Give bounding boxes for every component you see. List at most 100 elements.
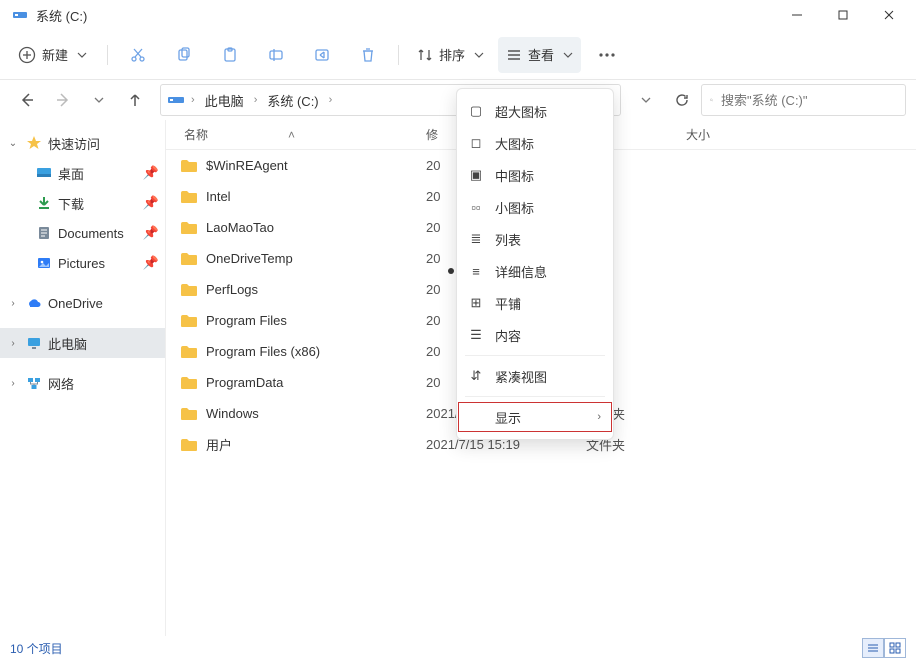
sort-asc-icon: ˄	[288, 128, 295, 142]
list-icon: ≣	[467, 231, 485, 247]
refresh-icon	[674, 92, 690, 108]
window-title: 系统 (C:)	[36, 6, 87, 25]
sidebar-label: 下载	[58, 194, 84, 213]
file-name: PerfLogs	[206, 282, 258, 297]
menu-list[interactable]: ≣列表	[457, 223, 613, 255]
folder-icon	[180, 190, 198, 204]
folder-icon	[180, 159, 198, 173]
menu-content[interactable]: ☰内容	[457, 319, 613, 351]
sort-button[interactable]: 排序	[409, 37, 492, 73]
menu-details[interactable]: ≡详细信息	[457, 255, 613, 287]
sidebar-network[interactable]: › 网络	[0, 368, 165, 398]
arrow-up-icon	[127, 92, 143, 108]
cut-button[interactable]	[118, 37, 158, 73]
sidebar-label: Documents	[58, 226, 124, 241]
menu-separator	[465, 355, 605, 356]
copy-button[interactable]	[164, 37, 204, 73]
arrow-left-icon	[19, 92, 35, 108]
desktop-icon	[36, 165, 52, 181]
details-icon: ≡	[467, 264, 485, 279]
paste-button[interactable]	[210, 37, 250, 73]
thumbnails-view-button[interactable]	[884, 638, 906, 658]
download-icon	[36, 195, 52, 211]
share-button[interactable]	[302, 37, 342, 73]
menu-large-icons[interactable]: ◻大图标	[457, 127, 613, 159]
chevron-down-icon	[77, 52, 87, 58]
sidebar-desktop[interactable]: 桌面 📌	[0, 158, 165, 188]
small-icon: ▫▫	[467, 200, 485, 215]
status-item-count: 10 个项目	[10, 640, 63, 657]
breadcrumb-pc[interactable]: 此电脑	[201, 91, 248, 110]
column-size[interactable]: 大小	[686, 126, 916, 143]
file-name: ProgramData	[206, 375, 283, 390]
more-icon	[598, 53, 616, 57]
recent-button[interactable]	[82, 83, 116, 117]
sidebar-label: 网络	[48, 374, 74, 393]
chevron-down-icon	[563, 52, 573, 58]
file-name: Intel	[206, 189, 231, 204]
menu-small-icons[interactable]: ▫▫小图标	[457, 191, 613, 223]
drive-icon	[12, 7, 28, 23]
folder-icon	[180, 314, 198, 328]
column-name[interactable]: 名称˄	[166, 126, 426, 143]
sidebar-downloads[interactable]: 下载 📌	[0, 188, 165, 218]
more-button[interactable]	[587, 37, 627, 73]
refresh-button[interactable]	[665, 83, 699, 117]
details-view-button[interactable]	[862, 638, 884, 658]
menu-extra-large-icons[interactable]: ▢超大图标	[457, 95, 613, 127]
rename-button[interactable]	[256, 37, 296, 73]
search-input[interactable]	[721, 93, 897, 108]
folder-icon	[180, 221, 198, 235]
sidebar-this-pc[interactable]: › 此电脑	[0, 328, 165, 358]
new-button[interactable]: 新建	[12, 37, 97, 73]
monitor-icon	[26, 335, 42, 351]
content-icon: ☰	[467, 327, 485, 343]
chevron-down-icon	[641, 97, 651, 103]
sidebar-onedrive[interactable]: › OneDrive	[0, 288, 165, 318]
file-name: 用户	[206, 435, 232, 454]
forward-button[interactable]	[46, 83, 80, 117]
trash-icon	[360, 47, 376, 63]
menu-show[interactable]: 显示›	[457, 401, 613, 433]
folder-icon	[180, 407, 198, 421]
star-icon	[26, 135, 42, 151]
sidebar-documents[interactable]: Documents 📌	[0, 218, 165, 248]
new-label: 新建	[42, 45, 68, 64]
menu-compact[interactable]: ⇵紧凑视图	[457, 360, 613, 392]
close-button[interactable]	[866, 0, 912, 30]
titlebar: 系统 (C:)	[0, 0, 916, 30]
sidebar-label: 桌面	[58, 164, 84, 183]
status-bar: 10 个项目	[0, 636, 916, 660]
maximize-button[interactable]	[820, 0, 866, 30]
folder-icon	[180, 376, 198, 390]
view-icon	[506, 47, 522, 63]
breadcrumb-drive[interactable]: 系统 (C:)	[263, 91, 322, 110]
up-button[interactable]	[118, 83, 152, 117]
back-button[interactable]	[10, 83, 44, 117]
extra-large-icon: ▢	[467, 103, 485, 119]
address-dropdown[interactable]	[629, 83, 663, 117]
view-button[interactable]: 查看	[498, 37, 581, 73]
sidebar-pictures[interactable]: Pictures 📌	[0, 248, 165, 278]
file-name: Program Files	[206, 313, 287, 328]
chevron-right-icon: ›	[191, 94, 195, 106]
sidebar: ⌄ 快速访问 桌面 📌 下载 📌 Documents 📌 Pictures 📌 …	[0, 120, 166, 636]
large-icon: ◻	[467, 135, 485, 151]
pin-icon: 📌	[143, 195, 159, 211]
chevron-right-icon: ›	[6, 378, 20, 389]
delete-button[interactable]	[348, 37, 388, 73]
chevron-down-icon: ⌄	[6, 138, 20, 149]
paste-icon	[222, 47, 238, 63]
sidebar-label: Pictures	[58, 256, 105, 271]
cloud-icon	[26, 295, 42, 311]
file-name: $WinREAgent	[206, 158, 288, 173]
sidebar-label: 快速访问	[48, 134, 100, 153]
minimize-button[interactable]	[774, 0, 820, 30]
file-name: LaoMaoTao	[206, 220, 274, 235]
menu-medium-icons[interactable]: ▣中图标	[457, 159, 613, 191]
medium-icon: ▣	[467, 167, 485, 183]
search-box[interactable]	[701, 84, 906, 116]
menu-tiles[interactable]: ⊞平铺	[457, 287, 613, 319]
view-menu: ▢超大图标 ◻大图标 ▣中图标 ▫▫小图标 ≣列表 ≡详细信息 ⊞平铺 ☰内容 …	[456, 88, 614, 440]
sidebar-quick-access[interactable]: ⌄ 快速访问	[0, 128, 165, 158]
